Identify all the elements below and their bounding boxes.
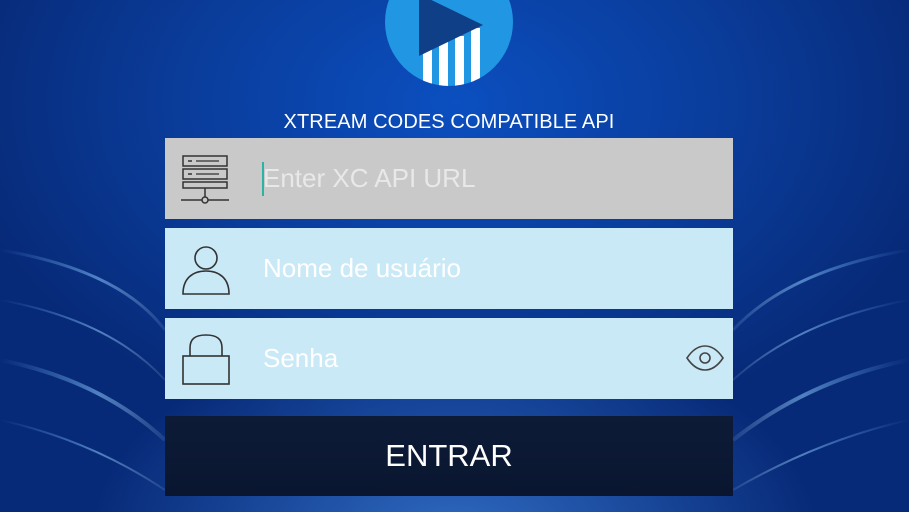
play-logo-icon [385,0,513,86]
url-input[interactable]: Enter XC API URL [263,138,475,219]
password-field[interactable]: Senha [165,318,733,399]
eye-icon[interactable] [685,343,725,373]
lock-icon [182,334,230,385]
username-field[interactable]: Nome de usuário [165,228,733,309]
user-icon [182,246,230,295]
password-input[interactable]: Senha [263,318,338,399]
username-input[interactable]: Nome de usuário [263,228,461,309]
app-logo [385,0,513,86]
login-button[interactable]: ENTRAR [165,416,733,496]
api-title: XTREAM CODES COMPATIBLE API [283,111,615,133]
server-icon [181,155,229,204]
url-field[interactable]: Enter XC API URL [165,138,733,219]
